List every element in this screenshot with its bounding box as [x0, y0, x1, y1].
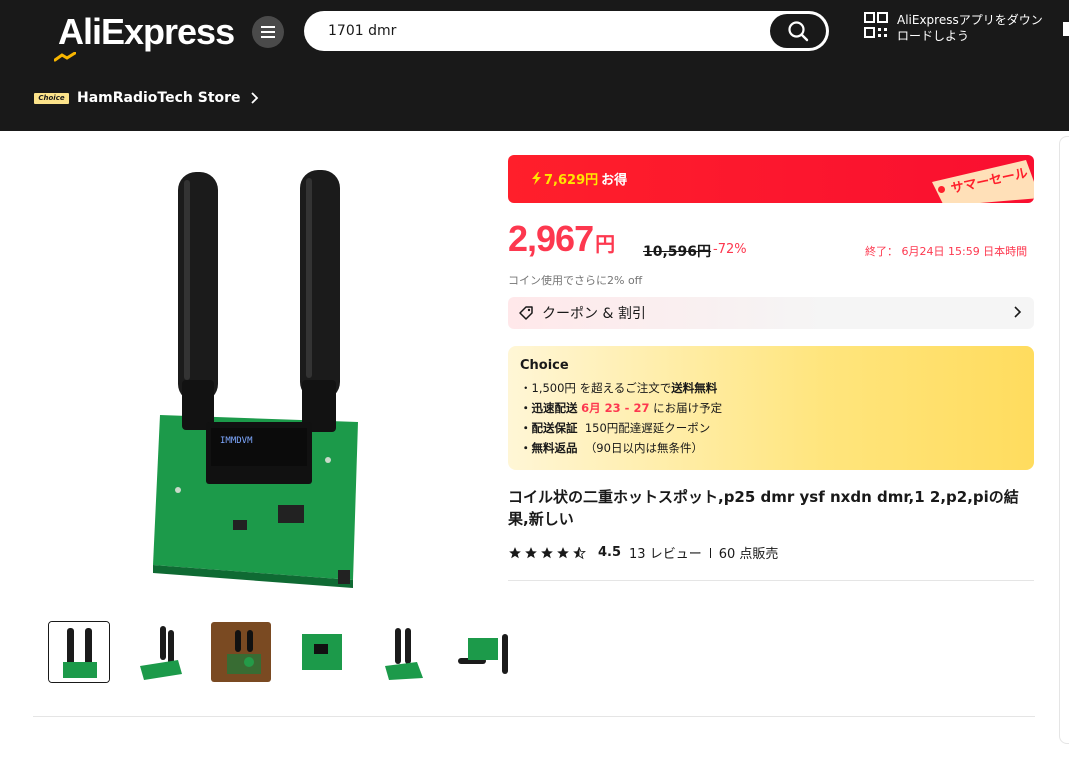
search-bar [304, 11, 829, 51]
original-price: 10,596円 [643, 244, 712, 260]
thumbnail-2[interactable] [129, 621, 191, 683]
current-price: 2,967 円 [508, 218, 615, 260]
discount-percent: -72% [713, 242, 747, 257]
benefit-free-shipping: ・1,500円 を超えるご注文で送料無料 [520, 381, 718, 395]
benefit-delivery-guarantee: ・配送保証 150円配達遅延クーポン [520, 421, 711, 435]
star-icon [525, 546, 537, 558]
thumbnail-list [48, 621, 534, 683]
qr-code-icon [864, 12, 888, 38]
app-download-text: AliExpressアプリをダウンロードしよう [897, 13, 1043, 43]
review-count[interactable]: 13 レビュー [629, 543, 702, 562]
store-name: HamRadioTech Store [77, 90, 241, 106]
top-header: AliExpress AliExpressアプリをダウンロードしよう Choic… [0, 0, 1069, 131]
aliexpress-logo[interactable]: AliExpress [54, 11, 235, 62]
main-product-image[interactable]: IMMDVM [148, 160, 373, 595]
search-icon [788, 21, 809, 42]
rating-separator [709, 547, 711, 558]
menu-icon [261, 26, 275, 38]
star-icon [541, 546, 553, 558]
thumbnail-4[interactable] [291, 621, 353, 683]
savings-text: 7,629円 お得 [532, 169, 627, 188]
summer-sale-tag: サマーセール [922, 158, 1034, 203]
product-title: コイル状の二重ホットスポット,p25 dmr ysf nxdn dmr,1 2,… [508, 488, 1019, 528]
sale-banner: 7,629円 お得 サマーセール [508, 155, 1034, 203]
chevron-right-icon [250, 92, 258, 104]
star-rating [508, 546, 588, 560]
star-half-icon [573, 546, 586, 559]
thumbnail-5[interactable] [372, 621, 434, 683]
coin-discount-note: コイン使用でさらに2% off [508, 274, 643, 287]
logo-text: AliExpress [58, 11, 235, 52]
price-currency: 円 [595, 232, 616, 256]
rating-row[interactable]: 4.5 13 レビュー 60 点販売 [508, 543, 778, 562]
savings-amount: 7,629円 [544, 173, 599, 188]
benefit-fast-delivery: ・迅速配送 6月 23 - 27 にお届け予定 [520, 401, 723, 415]
tag-icon [519, 306, 533, 320]
search-input[interactable] [328, 11, 758, 51]
choice-benefits[interactable]: Choice ・1,500円 を超えるご注文で送料無料 ・迅速配送 6月 23 … [508, 346, 1034, 470]
lightning-icon [532, 172, 541, 185]
coupon-label: クーポン & 割引 [542, 306, 646, 322]
choice-title: Choice [520, 358, 569, 373]
sale-dot [938, 186, 945, 193]
menu-button[interactable] [252, 16, 284, 48]
sold-count: 60 点販売 [718, 547, 779, 562]
svg-text:IMMDVM: IMMDVM [220, 436, 253, 446]
benefit-free-returns: ・無料返品 （90日以内は無条件） [520, 441, 703, 455]
price-amount: 2,967 [508, 218, 594, 259]
star-icon [557, 546, 569, 558]
coupon-row[interactable]: クーポン & 割引 [508, 297, 1034, 329]
star-icon [509, 546, 521, 558]
app-download-link[interactable]: AliExpressアプリをダウンロードしよう [864, 12, 1047, 44]
rating-divider [508, 580, 1034, 581]
sale-end-time: 終了： 6月24日 15:59 日本時間 [865, 245, 1028, 258]
side-panel[interactable] [1059, 136, 1069, 744]
section-divider [33, 716, 1035, 717]
thumbnail-6[interactable] [453, 621, 515, 683]
savings-suffix: お得 [601, 173, 628, 188]
thumbnail-1[interactable] [48, 621, 110, 683]
header-edge [1063, 22, 1069, 36]
rating-score: 4.5 [598, 545, 622, 560]
search-button[interactable] [770, 14, 826, 48]
store-link[interactable]: Choice HamRadioTech Store [34, 90, 259, 106]
choice-badge: Choice [34, 92, 69, 104]
thumbnail-3[interactable] [210, 621, 272, 683]
chevron-right-icon [1014, 306, 1022, 318]
